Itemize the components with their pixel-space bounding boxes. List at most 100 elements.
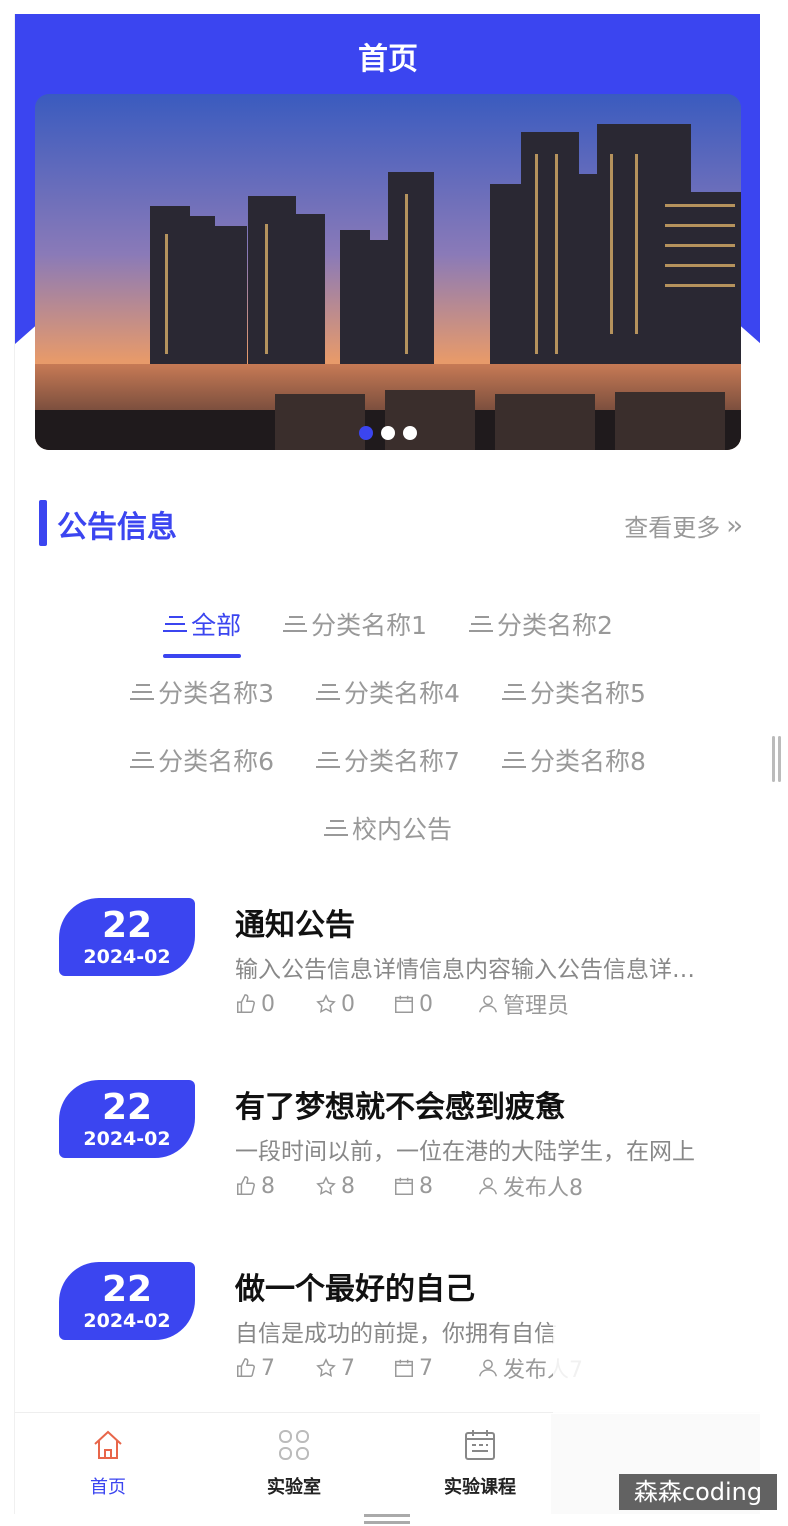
section-title: 公告信息	[57, 510, 177, 545]
category-tab-all[interactable]: 全部	[163, 602, 242, 658]
section-accent-bar	[39, 500, 47, 546]
user-icon	[479, 995, 497, 1013]
date-badge: 22 2024-02	[59, 1080, 195, 1158]
category-tab-6[interactable]: 分类名称6	[130, 738, 274, 794]
view-more-label: 查看更多	[624, 514, 721, 542]
date-year-month: 2024-02	[83, 1310, 171, 1332]
star-icon	[316, 1176, 336, 1195]
tab-home[interactable]: 首页	[15, 1413, 201, 1514]
carousel-dot-3[interactable]	[403, 426, 417, 440]
grid-icon	[279, 1430, 309, 1460]
view-count: 0	[419, 991, 433, 1017]
category-tab-school[interactable]: 校内公告	[323, 806, 452, 862]
calendar-icon	[395, 995, 413, 1013]
list-icon	[283, 614, 308, 634]
category-label: 分类名称2	[497, 611, 613, 640]
list-icon	[130, 750, 155, 770]
star-stat[interactable]: 8	[315, 1170, 393, 1202]
notice-desc: 一段时间以前，一位在港的大陆学生，在网上	[235, 1139, 695, 1165]
tab-course[interactable]: 实验课程	[387, 1413, 573, 1514]
double-chevron-right-icon: ››	[726, 510, 743, 541]
view-more-link[interactable]: 查看更多 ››	[624, 508, 743, 543]
like-stat[interactable]: 8	[235, 1170, 315, 1202]
view-stat: 8	[393, 1170, 477, 1202]
banner-image	[35, 94, 741, 450]
category-label: 全部	[191, 611, 242, 640]
notice-title: 通知公告	[235, 908, 355, 943]
author-name: 发布人8	[503, 1176, 583, 1201]
category-tab-2[interactable]: 分类名称2	[469, 602, 613, 658]
date-badge: 22 2024-02	[59, 898, 195, 976]
tab-label: 实验课程	[444, 1477, 516, 1498]
notice-title: 有了梦想就不会感到疲惫	[235, 1090, 565, 1125]
category-label: 分类名称7	[344, 747, 460, 776]
date-badge: 22 2024-02	[59, 1262, 195, 1340]
list-icon	[316, 682, 341, 702]
list-icon	[501, 682, 526, 702]
home-indicator[interactable]	[364, 1514, 410, 1526]
thumbs-up-icon	[237, 1358, 255, 1377]
scroll-handle[interactable]	[772, 736, 782, 782]
category-label: 分类名称3	[158, 679, 275, 708]
phone-frame: 首页 公告信息 查看更多 ›› 全部 分类名称1 分类名称2 分类名称3 分类名…	[14, 14, 760, 1514]
list-icon	[501, 750, 526, 770]
like-count: 7	[261, 1355, 275, 1381]
author-stat: 发布人8	[477, 1170, 617, 1202]
star-stat[interactable]: 7	[315, 1352, 393, 1384]
category-label: 分类名称6	[158, 747, 275, 776]
category-label: 分类名称8	[529, 747, 646, 776]
notice-section-header: 公告信息 查看更多 ››	[39, 498, 743, 546]
date-day: 22	[101, 1087, 153, 1128]
banner-carousel[interactable]	[35, 94, 741, 450]
list-icon	[323, 818, 348, 838]
notice-meta: 0 0 0 管理员	[235, 988, 617, 1020]
home-icon	[94, 1430, 122, 1459]
notice-item[interactable]: 22 2024-02 通知公告 输入公告信息详情信息内容输入公告信息详情信息内容…	[15, 894, 760, 1076]
notice-desc: 输入公告信息详情信息内容输入公告信息详情信息内容	[235, 957, 695, 983]
date-year-month: 2024-02	[83, 1128, 171, 1150]
like-stat[interactable]: 0	[235, 988, 315, 1020]
tab-label: 实验室	[267, 1477, 321, 1498]
star-stat[interactable]: 0	[315, 988, 393, 1020]
author-stat: 管理员	[477, 988, 617, 1020]
category-tab-4[interactable]: 分类名称4	[316, 670, 460, 726]
view-stat: 0	[393, 988, 477, 1020]
list-icon	[316, 750, 341, 770]
category-tab-1[interactable]: 分类名称1	[283, 602, 427, 658]
category-label: 分类名称4	[344, 679, 460, 708]
star-count: 0	[341, 991, 355, 1017]
category-label: 分类名称1	[311, 611, 427, 640]
watermark: 森森coding	[619, 1474, 777, 1510]
carousel-dot-1[interactable]	[359, 426, 373, 440]
category-tabs: 全部 分类名称1 分类名称2 分类名称3 分类名称4 分类名称5 分类名称6 分…	[15, 602, 760, 874]
like-count: 8	[261, 1173, 275, 1199]
star-icon	[316, 994, 336, 1013]
star-count: 8	[341, 1173, 355, 1199]
calendar-icon	[395, 1359, 413, 1377]
calendar-icon	[465, 1430, 495, 1460]
category-tab-7[interactable]: 分类名称7	[316, 738, 460, 794]
star-count: 7	[341, 1355, 355, 1381]
carousel-dots	[35, 426, 741, 440]
calendar-icon	[395, 1177, 413, 1195]
category-label: 校内公告	[351, 815, 452, 844]
user-icon	[479, 1359, 497, 1377]
tab-lab[interactable]: 实验室	[201, 1413, 387, 1514]
date-year-month: 2024-02	[83, 946, 171, 968]
category-tab-3[interactable]: 分类名称3	[130, 670, 274, 726]
view-count: 8	[419, 1173, 433, 1199]
list-icon	[163, 614, 188, 634]
notice-item[interactable]: 22 2024-02 有了梦想就不会感到疲惫 一段时间以前，一位在港的大陆学生，…	[15, 1076, 760, 1258]
notice-title: 做一个最好的自己	[235, 1272, 475, 1307]
category-tab-5[interactable]: 分类名称5	[501, 670, 646, 726]
notice-meta: 8 8 8 发布人8	[235, 1170, 617, 1202]
date-day: 22	[101, 905, 153, 946]
category-label: 分类名称5	[529, 679, 646, 708]
carousel-dot-2[interactable]	[381, 426, 395, 440]
category-tab-8[interactable]: 分类名称8	[501, 738, 646, 794]
like-count: 0	[261, 991, 275, 1017]
like-stat[interactable]: 7	[235, 1352, 315, 1384]
date-day: 22	[101, 1269, 153, 1310]
tab-label: 首页	[90, 1477, 126, 1498]
thumbs-up-icon	[237, 1176, 255, 1195]
